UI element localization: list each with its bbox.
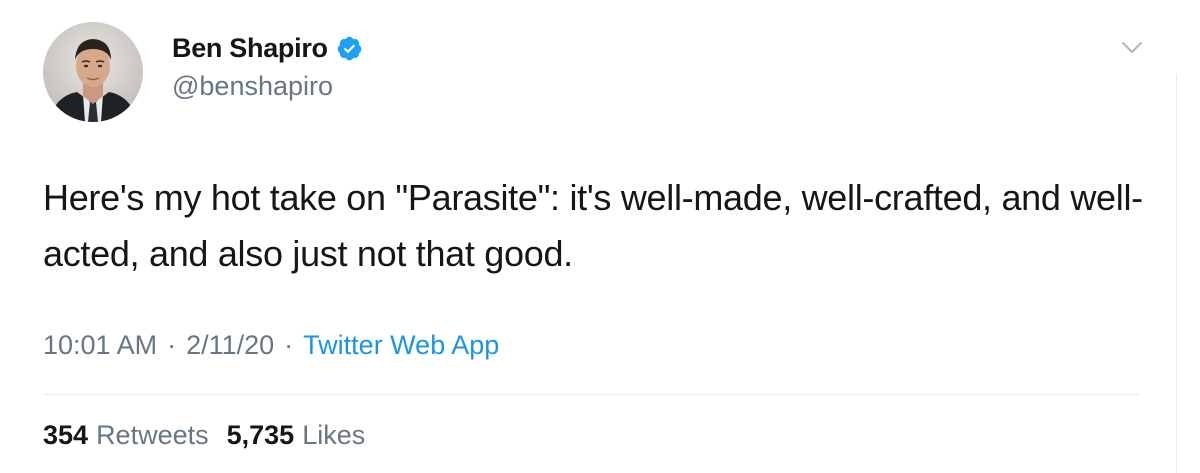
tweet-time[interactable]: 10:01 AM — [43, 330, 157, 361]
verified-badge-icon — [336, 35, 363, 62]
author-name-row[interactable]: Ben Shapiro — [172, 30, 363, 66]
tweet-stats: 354 Retweets 5,735 Likes — [43, 420, 365, 451]
tweet-source-link[interactable]: Twitter Web App — [303, 330, 499, 361]
likes-stat[interactable]: 5,735 Likes — [227, 420, 366, 451]
retweets-stat[interactable]: 354 Retweets — [43, 420, 209, 451]
tweet-text: Here's my hot take on "Parasite": it's w… — [43, 177, 1143, 274]
tweet-meta: 10:01 AM · 2/11/20 · Twitter Web App — [43, 330, 499, 361]
author-name[interactable]: Ben Shapiro — [172, 33, 328, 64]
adjacent-column-edge — [1176, 74, 1200, 473]
meta-separator: · — [167, 330, 177, 360]
tweet-date[interactable]: 2/11/20 — [186, 330, 274, 361]
tweet-card: Ben Shapiro @benshapiro Here's my hot ta… — [0, 0, 1200, 473]
likes-count: 5,735 — [226, 420, 295, 450]
meta-separator: · — [284, 330, 294, 360]
author-handle[interactable]: @benshapiro — [172, 71, 333, 102]
avatar-image — [43, 22, 143, 122]
likes-label: Likes — [302, 420, 366, 450]
retweets-count: 354 — [43, 420, 89, 450]
avatar[interactable] — [43, 22, 143, 122]
retweets-label: Retweets — [96, 420, 209, 450]
chevron-down-icon[interactable] — [1121, 40, 1143, 56]
divider — [43, 394, 1140, 395]
